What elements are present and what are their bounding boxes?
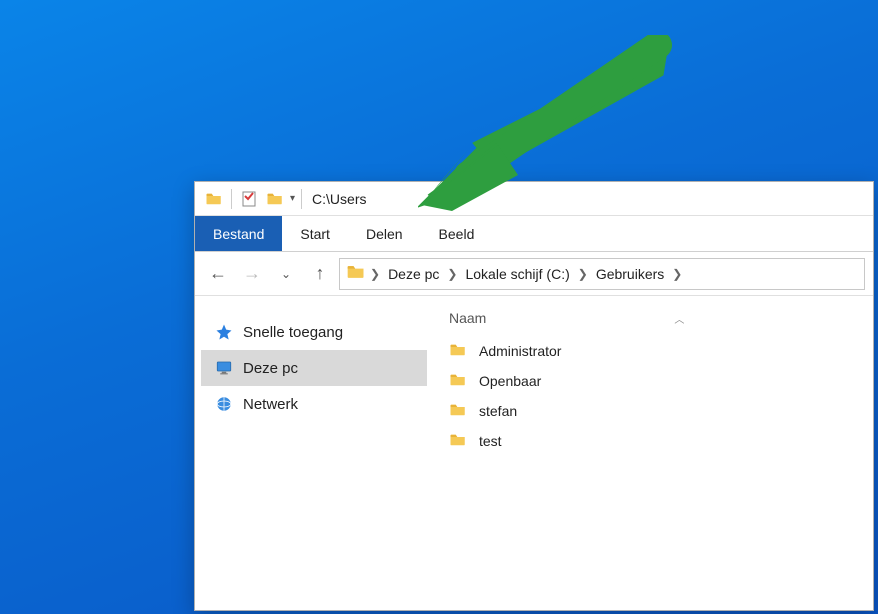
folder-icon	[449, 431, 467, 452]
folder-icon	[203, 188, 225, 210]
file-name: stefan	[479, 403, 517, 419]
file-explorer-window: ▾ C:\Users Bestand Start Delen Beeld ← →…	[194, 181, 874, 611]
navigation-pane: Snelle toegang Deze pc Netwerk	[195, 296, 433, 610]
window-title: C:\Users	[306, 191, 366, 207]
file-list-pane: Naam ︿ Administrator Openbaar stefan tes…	[433, 296, 873, 610]
separator	[301, 189, 302, 209]
network-icon	[215, 395, 233, 413]
folder-icon	[449, 341, 467, 362]
tab-bestand[interactable]: Bestand	[195, 216, 282, 251]
tab-start[interactable]: Start	[282, 216, 348, 251]
sidebar-item-label: Netwerk	[243, 396, 298, 413]
file-name: test	[479, 433, 502, 449]
column-header-row: Naam ︿	[439, 306, 863, 336]
chevron-right-icon[interactable]: ❯	[576, 267, 590, 281]
list-item[interactable]: Administrator	[439, 336, 863, 366]
list-item[interactable]: Openbaar	[439, 366, 863, 396]
sidebar-item-this-pc[interactable]: Deze pc	[201, 350, 427, 386]
chevron-right-icon[interactable]: ❯	[670, 267, 684, 281]
separator	[231, 189, 232, 209]
folder-icon	[449, 371, 467, 392]
up-button[interactable]: ↑	[305, 259, 335, 289]
list-item[interactable]: stefan	[439, 396, 863, 426]
address-bar[interactable]: ❯ Deze pc ❯ Lokale schijf (C:) ❯ Gebruik…	[339, 258, 865, 290]
properties-icon[interactable]	[238, 188, 260, 210]
navbar: ← → ⌄ ↑ ❯ Deze pc ❯ Lokale schijf (C:) ❯…	[195, 252, 873, 296]
folder-icon	[449, 401, 467, 422]
recent-locations-dropdown[interactable]: ⌄	[271, 259, 301, 289]
breadcrumb-segment[interactable]: Gebruikers	[592, 266, 668, 282]
column-header-name[interactable]: Naam	[449, 310, 486, 326]
folder-icon	[346, 262, 366, 285]
back-button[interactable]: ←	[203, 259, 233, 289]
tab-delen[interactable]: Delen	[348, 216, 421, 251]
chevron-right-icon[interactable]: ❯	[368, 267, 382, 281]
file-name: Openbaar	[479, 373, 541, 389]
forward-button[interactable]: →	[237, 259, 267, 289]
monitor-icon	[215, 359, 233, 377]
list-item[interactable]: test	[439, 426, 863, 456]
qat-dropdown-icon[interactable]: ▾	[288, 193, 297, 204]
file-name: Administrator	[479, 343, 561, 359]
sidebar-item-label: Deze pc	[243, 360, 298, 377]
sort-indicator-icon: ︿	[674, 311, 684, 326]
titlebar[interactable]: ▾ C:\Users	[195, 182, 873, 216]
breadcrumb-segment[interactable]: Deze pc	[384, 266, 443, 282]
tab-beeld[interactable]: Beeld	[421, 216, 493, 251]
ribbon-tabs: Bestand Start Delen Beeld	[195, 216, 873, 252]
star-icon	[215, 323, 233, 341]
sidebar-item-network[interactable]: Netwerk	[201, 386, 427, 422]
sidebar-item-quick-access[interactable]: Snelle toegang	[201, 314, 427, 350]
explorer-body: Snelle toegang Deze pc Netwerk Naam ︿	[195, 296, 873, 610]
qat-folder-icon[interactable]	[264, 188, 286, 210]
sidebar-item-label: Snelle toegang	[243, 324, 343, 341]
breadcrumb-segment[interactable]: Lokale schijf (C:)	[461, 266, 573, 282]
chevron-right-icon[interactable]: ❯	[445, 267, 459, 281]
